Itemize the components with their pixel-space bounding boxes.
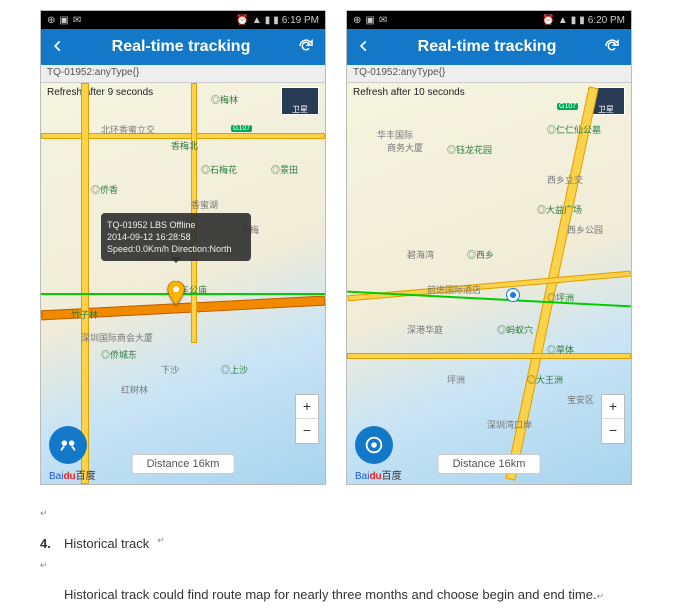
- header-title: Real-time tracking: [65, 38, 297, 56]
- info-line2: 2014-09-12 16:28:58: [107, 231, 245, 243]
- phone-screenshot-2: ⊕ ▣ ✉ ⏰ ▲ ▮ ▮ 6:20 PM Real-time tracking: [346, 10, 632, 485]
- poi: 宝安区: [567, 393, 594, 406]
- paragraph-mark-icon: ↵: [157, 531, 165, 557]
- info-line1: TQ-01952 LBS Offline: [107, 219, 245, 231]
- image-icon: ▣: [365, 15, 374, 26]
- poi: ◎上沙: [221, 363, 248, 376]
- poi: ◎坪洲: [547, 291, 574, 304]
- poi: 深圳湾口岸: [487, 418, 532, 431]
- android-status-bar: ⊕ ▣ ✉ ⏰ ▲ ▮ ▮ 6:19 PM: [41, 11, 325, 29]
- battery-icon: ▮: [579, 15, 585, 26]
- current-location-dot-icon: [507, 289, 519, 301]
- poi: 香蜜湖: [191, 198, 218, 211]
- poi: 坪洲: [447, 373, 465, 386]
- clock-text: 6:19 PM: [282, 15, 319, 26]
- poi: 西乡立交: [547, 173, 583, 186]
- app-header: Real-time tracking: [41, 29, 325, 65]
- zoom-out-button[interactable]: −: [602, 419, 624, 443]
- poi: 前进国际酒店: [427, 283, 481, 296]
- poi: ◎仁仁仙公墓: [547, 123, 601, 136]
- phone-screenshot-1: ⊕ ▣ ✉ ⏰ ▲ ▮ ▮ 6:19 PM Real-time tracking: [40, 10, 326, 485]
- baidu-logo: Baidu百度: [355, 467, 402, 482]
- location-marker-icon: [167, 281, 185, 305]
- zoom-in-button[interactable]: +: [602, 395, 624, 419]
- signal-icon: ▮: [265, 15, 271, 26]
- zoom-in-button[interactable]: +: [296, 395, 318, 419]
- alarm-icon: ⏰: [542, 15, 554, 26]
- list-text: Historical track: [64, 531, 149, 557]
- poi: 北环香蜜立交: [101, 123, 155, 136]
- poi: ◎西乡: [467, 248, 494, 261]
- refresh-button[interactable]: [603, 37, 621, 58]
- device-id-bar: TQ-01952:anyType{}: [347, 65, 631, 83]
- poi: ◎大益广场: [537, 203, 582, 216]
- action-fab-button[interactable]: [49, 426, 87, 464]
- back-button[interactable]: [51, 39, 65, 56]
- poi: 深圳国际商会大厦: [81, 331, 153, 344]
- distance-badge: Distance 16km: [438, 454, 541, 474]
- zoom-control: + −: [601, 394, 625, 444]
- refresh-button[interactable]: [297, 37, 315, 58]
- poi: 商务大厦: [387, 141, 423, 154]
- zoom-control: + −: [295, 394, 319, 444]
- wifi-icon: ▲: [558, 15, 568, 26]
- tracker-info-popup: TQ-01952 LBS Offline 2014-09-12 16:28:58…: [101, 213, 251, 261]
- device-id-bar: TQ-01952:anyType{}: [41, 65, 325, 83]
- refresh-countdown: Refresh after 9 seconds: [47, 87, 153, 98]
- poi: ◎景田: [271, 163, 298, 176]
- back-button[interactable]: [357, 39, 371, 56]
- map-view[interactable]: Refresh after 10 seconds 卫星 G107 华丰国际 ◎钰…: [347, 83, 631, 484]
- baidu-logo: Baidu百度: [49, 467, 96, 482]
- locate-fab-button[interactable]: [355, 426, 393, 464]
- app-header: Real-time tracking: [347, 29, 631, 65]
- poi: ◎钰龙花园: [447, 143, 492, 156]
- poi: 碧海湾: [407, 248, 434, 261]
- paragraph-mark-icon: ↵: [40, 508, 48, 518]
- android-status-bar: ⊕ ▣ ✉ ⏰ ▲ ▮ ▮ 6:20 PM: [347, 11, 631, 29]
- poi: 竹子林: [71, 308, 98, 321]
- route-badge-g107: G107: [231, 125, 252, 132]
- poi: 华丰国际: [377, 128, 413, 141]
- satellite-toggle[interactable]: 卫星: [281, 87, 319, 115]
- route-badge-g107: G107: [557, 103, 578, 110]
- poi: ◎大王洲: [527, 373, 563, 386]
- wifi-icon: ▲: [252, 15, 262, 26]
- list-number: 4.: [40, 531, 56, 557]
- poi: 红树林: [121, 383, 148, 396]
- header-title: Real-time tracking: [371, 38, 603, 56]
- poi: ◎蚂蚁穴: [497, 323, 533, 336]
- signal-icon: ▮: [571, 15, 577, 26]
- alarm-icon: ⏰: [236, 15, 248, 26]
- add-icon: ⊕: [353, 15, 361, 26]
- poi: ◎侨香: [91, 183, 118, 196]
- battery-icon: ▮: [273, 15, 279, 26]
- poi: 香梅北: [171, 139, 198, 152]
- add-icon: ⊕: [47, 15, 55, 26]
- poi: ◎石梅花: [201, 163, 237, 176]
- info-line3: Speed:0.0Km/h Direction:North: [107, 243, 245, 255]
- description-paragraph: Historical track could find route map fo…: [64, 585, 647, 606]
- refresh-countdown: Refresh after 10 seconds: [353, 87, 465, 98]
- poi: ◎梅林: [211, 93, 238, 106]
- poi: 深港华庭: [407, 323, 443, 336]
- zoom-out-button[interactable]: −: [296, 419, 318, 443]
- poi: 西乡公园: [567, 223, 603, 236]
- map-view[interactable]: Refresh after 9 seconds 卫星 G107 ◎梅林 北环香蜜…: [41, 83, 325, 484]
- poi: ◎侨城东: [101, 348, 137, 361]
- image-icon: ▣: [59, 15, 68, 26]
- clock-text: 6:20 PM: [588, 15, 625, 26]
- wechat-icon: ✉: [379, 15, 387, 26]
- poi: 下沙: [161, 363, 179, 376]
- list-item-4: 4. Historical track ↵: [40, 531, 647, 557]
- poi: ◎草体: [547, 343, 574, 356]
- distance-badge: Distance 16km: [132, 454, 235, 474]
- paragraph-mark-icon: ↵: [40, 560, 48, 570]
- wechat-icon: ✉: [73, 15, 81, 26]
